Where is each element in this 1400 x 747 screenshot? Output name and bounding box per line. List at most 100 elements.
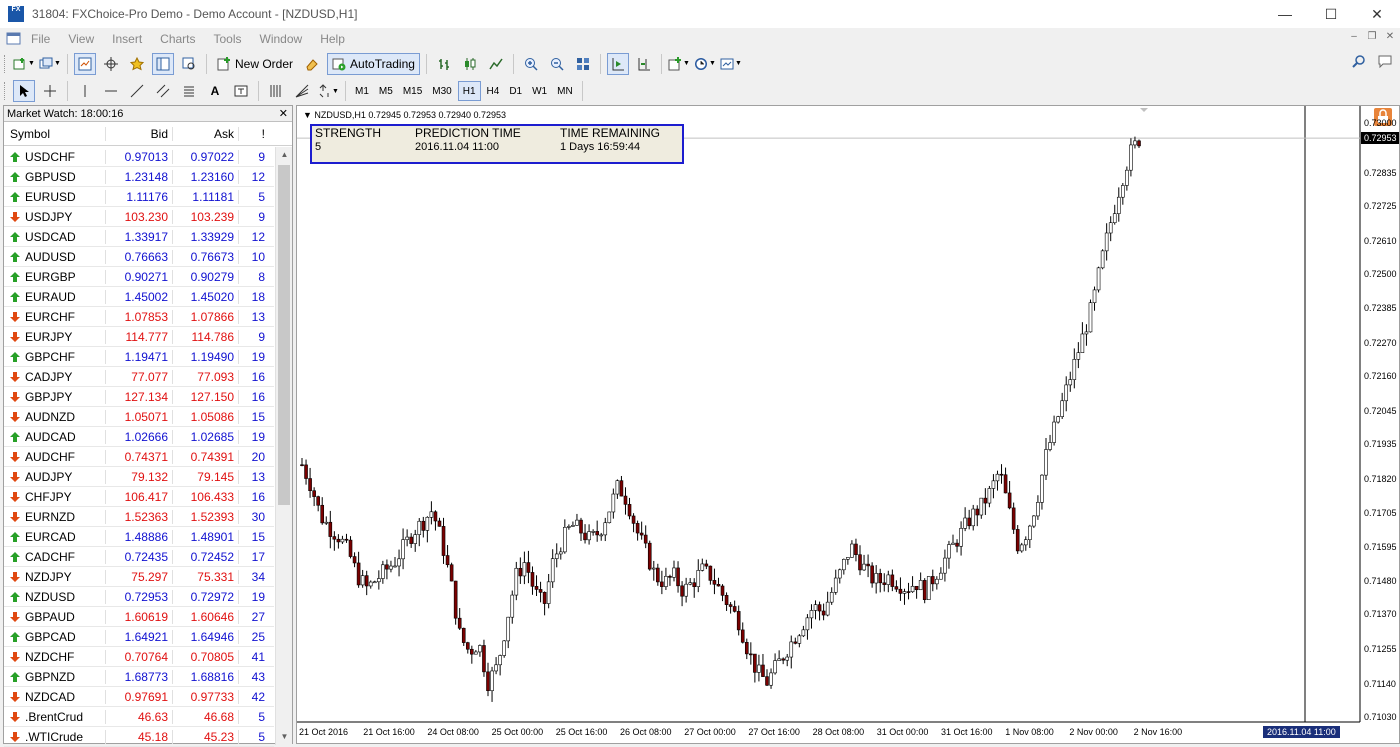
market-watch-row[interactable]: EURCHF 1.07853 1.07866 13	[4, 307, 274, 327]
navigator-button[interactable]	[126, 53, 148, 75]
column-ask[interactable]: Ask	[173, 126, 239, 141]
crosshair-tool[interactable]	[39, 80, 61, 102]
market-watch-row[interactable]: .WTICrude 45.18 45.23 5	[4, 727, 274, 747]
arrows-tool[interactable]: ▼	[317, 80, 339, 102]
line-chart-button[interactable]	[485, 53, 507, 75]
menu-file[interactable]: File	[22, 32, 59, 46]
terminal-button[interactable]	[152, 52, 174, 75]
menu-help[interactable]: Help	[311, 32, 354, 46]
market-watch-row[interactable]: GBPCAD 1.64921 1.64946 25	[4, 627, 274, 647]
mdi-minimize-button[interactable]: –	[1348, 30, 1360, 44]
new-order-button[interactable]: New Order	[213, 53, 297, 75]
market-watch-row[interactable]: EURUSD 1.11176 1.11181 5	[4, 187, 274, 207]
minimize-button[interactable]: —	[1262, 0, 1308, 28]
market-watch-row[interactable]: GBPJPY 127.134 127.150 16	[4, 387, 274, 407]
market-watch-row[interactable]: USDCHF 0.97013 0.97022 9	[4, 147, 274, 167]
chart-shift-button[interactable]	[633, 53, 655, 75]
candlestick-button[interactable]	[459, 53, 481, 75]
market-watch-row[interactable]: USDJPY 103.230 103.239 9	[4, 207, 274, 227]
market-watch-row[interactable]: .BrentCrud 46.63 46.68 5	[4, 707, 274, 727]
column-spread[interactable]: !	[239, 127, 269, 141]
market-watch-row[interactable]: EURGBP 0.90271 0.90279 8	[4, 267, 274, 287]
timeframe-d1[interactable]: D1	[505, 81, 526, 101]
maximize-button[interactable]: ☐	[1308, 0, 1354, 28]
templates-button[interactable]: ▼	[720, 53, 742, 75]
chat-icon[interactable]	[1378, 54, 1392, 68]
market-watch-row[interactable]: GBPUSD 1.23148 1.23160 12	[4, 167, 274, 187]
market-watch-row[interactable]: EURCAD 1.48886 1.48901 15	[4, 527, 274, 547]
timeframe-m15[interactable]: M15	[399, 81, 426, 101]
text-label-tool[interactable]	[230, 80, 252, 102]
profiles-button[interactable]: ▼	[39, 53, 61, 75]
zoom-in-button[interactable]	[520, 53, 542, 75]
gann-grid-tool[interactable]	[265, 80, 287, 102]
column-bid[interactable]: Bid	[106, 126, 173, 141]
market-watch-close-icon[interactable]: ✕	[279, 107, 288, 120]
market-watch-scrollbar[interactable]: ▲ ▼	[275, 147, 292, 745]
scroll-down-icon[interactable]: ▼	[276, 729, 293, 745]
market-watch-row[interactable]: GBPNZD 1.68773 1.68816 43	[4, 667, 274, 687]
bar-chart-button[interactable]	[433, 53, 455, 75]
close-button[interactable]: ✕	[1354, 0, 1400, 28]
menu-insert[interactable]: Insert	[103, 32, 151, 46]
metaeditor-button[interactable]	[301, 53, 323, 75]
strategy-tester-button[interactable]	[178, 53, 200, 75]
column-symbol[interactable]: Symbol	[4, 126, 106, 141]
scrollbar-thumb[interactable]	[278, 165, 290, 505]
autotrading-button[interactable]: AutoTrading	[327, 52, 420, 75]
horizontal-line-tool[interactable]	[100, 80, 122, 102]
timeframe-mn[interactable]: MN	[553, 81, 577, 101]
periods-button[interactable]: ▼	[694, 53, 716, 75]
scroll-up-icon[interactable]: ▲	[276, 147, 293, 163]
vertical-line-tool[interactable]	[74, 80, 96, 102]
fibonacci-tool[interactable]	[178, 80, 200, 102]
fibo-fan-tool[interactable]	[291, 80, 313, 102]
menu-window[interactable]: Window	[251, 32, 312, 46]
market-watch-row[interactable]: USDCAD 1.33917 1.33929 12	[4, 227, 274, 247]
timeframe-m1[interactable]: M1	[351, 81, 373, 101]
cursor-tool[interactable]	[13, 80, 35, 102]
timeframe-w1[interactable]: W1	[528, 81, 551, 101]
data-window-button[interactable]	[100, 53, 122, 75]
chart-window[interactable]: ▼ NZDUSD,H1 0.72945 0.72953 0.72940 0.72…	[296, 105, 1400, 744]
text-tool[interactable]: A	[204, 80, 226, 102]
market-watch-row[interactable]: AUDNZD 1.05071 1.05086 15	[4, 407, 274, 427]
search-icon[interactable]	[1352, 54, 1366, 68]
market-watch-row[interactable]: AUDCHF 0.74371 0.74391 20	[4, 447, 274, 467]
indicators-button[interactable]: ▼	[668, 53, 690, 75]
auto-scroll-button[interactable]	[606, 52, 629, 75]
menu-charts[interactable]: Charts	[151, 32, 204, 46]
time-scale[interactable]: 21 Oct 2016 21 Oct 16:00 24 Oct 08:00 25 Oc…	[297, 725, 1399, 743]
market-watch-row[interactable]: AUDUSD 0.76663 0.76673 10	[4, 247, 274, 267]
market-watch-row[interactable]: NZDCHF 0.70764 0.70805 41	[4, 647, 274, 667]
market-watch-row[interactable]: NZDJPY 75.297 75.331 34	[4, 567, 274, 587]
new-chart-button[interactable]: ▼	[13, 53, 35, 75]
candlestick-chart[interactable]	[297, 106, 1400, 744]
timeframe-h1[interactable]: H1	[457, 81, 481, 101]
timeframe-m30[interactable]: M30	[428, 81, 455, 101]
market-watch-row[interactable]: NZDUSD 0.72953 0.72972 19	[4, 587, 274, 607]
trendline-tool[interactable]	[126, 80, 148, 102]
market-watch-row[interactable]: AUDJPY 79.132 79.145 13	[4, 467, 274, 487]
market-watch-toggle[interactable]	[74, 52, 96, 75]
menu-tools[interactable]: Tools	[205, 32, 251, 46]
market-watch-row[interactable]: EURAUD 1.45002 1.45020 18	[4, 287, 274, 307]
market-watch-row[interactable]: AUDCAD 1.02666 1.02685 19	[4, 427, 274, 447]
mdi-restore-button[interactable]: ❐	[1366, 30, 1378, 44]
timeframe-m5[interactable]: M5	[375, 81, 397, 101]
price-scale[interactable]: 0.73000 0.72835 0.72725 0.72610 0.72500 0.723…	[1360, 106, 1399, 722]
timeframe-h4[interactable]: H4	[483, 81, 504, 101]
market-watch-row[interactable]: GBPCHF 1.19471 1.19490 19	[4, 347, 274, 367]
market-watch-row[interactable]: CHFJPY 106.417 106.433 16	[4, 487, 274, 507]
tile-windows-button[interactable]	[572, 53, 594, 75]
market-watch-row[interactable]: EURNZD 1.52363 1.52393 30	[4, 507, 274, 527]
market-watch-row[interactable]: GBPAUD 1.60619 1.60646 27	[4, 607, 274, 627]
equidistant-channel-tool[interactable]	[152, 80, 174, 102]
market-watch-row[interactable]: CADCHF 0.72435 0.72452 17	[4, 547, 274, 567]
market-watch-row[interactable]: CADJPY 77.077 77.093 16	[4, 367, 274, 387]
menu-view[interactable]: View	[59, 32, 103, 46]
market-watch-row[interactable]: EURJPY 114.777 114.786 9	[4, 327, 274, 347]
zoom-out-button[interactable]	[546, 53, 568, 75]
mdi-close-button[interactable]: ✕	[1384, 30, 1396, 44]
market-watch-row[interactable]: NZDCAD 0.97691 0.97733 42	[4, 687, 274, 707]
